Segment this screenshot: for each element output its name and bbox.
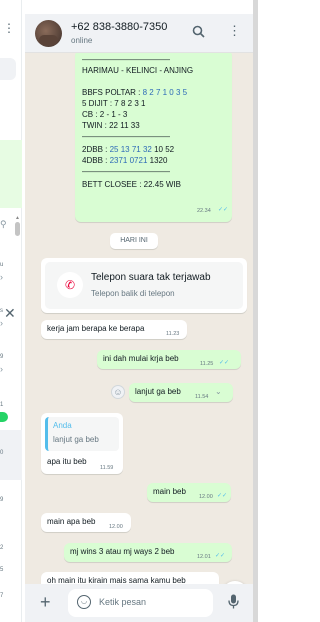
message-bubble-result[interactable]: ——————————— HARIMAU - KELINCI - ANJING B… xyxy=(75,53,232,222)
message-time: 11.54 xyxy=(195,394,209,400)
message-bubble-incoming[interactable]: oh main itu kirain mais sama kamu beb xyxy=(41,572,219,584)
message-text: oh main itu kirain mais sama kamu beb xyxy=(47,576,186,584)
list-item-time: 0 xyxy=(0,450,4,456)
pin-icon: ⚲ xyxy=(0,219,7,229)
bbfs-line: BBFS POLTAR : 8 2 7 1 0 3 5 xyxy=(82,88,188,97)
unread-badge xyxy=(0,412,8,422)
list-item-time: s xyxy=(0,308,3,314)
message-bubble-reply[interactable]: Anda lanjut ga beb apa itu beb 11.59 xyxy=(41,413,123,474)
message-placeholder[interactable]: Ketik pesan xyxy=(99,597,146,607)
dijit-line: 5 DIJIT : 7 8 2 3 1 xyxy=(82,99,146,108)
double-check-icon: ✓✓ xyxy=(219,360,230,366)
message-bubble-outgoing[interactable]: mj wins 3 atau mj ways 2 beb 12.01 ✓✓ xyxy=(64,543,232,562)
missed-call-card[interactable]: ✆ Telepon suara tak terjawab Telepon bal… xyxy=(41,258,247,313)
chevron-icon: › xyxy=(0,364,3,374)
contact-name[interactable]: +62 838-3880-7350 xyxy=(71,21,167,33)
message-bubble-incoming[interactable]: main apa beb 12.00 xyxy=(41,513,131,532)
4dbb-line: 4DBB : 2371 0721 1320 xyxy=(82,156,168,165)
notification-banner: ✕ xyxy=(0,140,22,321)
message-text: kerja jam berapa ke berapa xyxy=(47,324,145,333)
chevron-down-icon[interactable]: ⌄ xyxy=(215,386,222,397)
chevron-icon: › xyxy=(0,272,3,282)
message-time: 11.23 xyxy=(166,331,180,337)
search-bar-edge[interactable] xyxy=(0,58,16,80)
message-bubble-incoming[interactable]: kerja jam berapa ke berapa 11.23 xyxy=(41,320,187,339)
search-icon[interactable] xyxy=(192,25,205,41)
twin-line: TWIN : 22 11 33 xyxy=(82,121,140,130)
missed-call-icon: ✆ xyxy=(57,272,83,298)
message-time: 12.01 xyxy=(197,554,211,560)
close-time-line: BETT CLOSEE : 22.45 WIB xyxy=(82,180,181,189)
quote-text: lanjut ga beb xyxy=(53,435,99,444)
emoji-icon[interactable]: ◡ xyxy=(77,595,91,609)
2dbb-line: 2DBB : 25 13 71 32 10 52 xyxy=(82,145,175,154)
double-check-icon: ✓✓ xyxy=(217,493,228,499)
message-bubble-outgoing[interactable]: main beb 12.00 ✓✓ xyxy=(147,483,231,502)
cb-line: CB : 2 - 1 - 3 xyxy=(82,110,128,119)
message-time: 12.00 xyxy=(109,524,123,530)
message-time: 11.59 xyxy=(100,465,114,471)
message-text: mj wins 3 atau mj ways 2 beb xyxy=(70,547,175,556)
divider-line: ——————————— xyxy=(82,132,170,141)
chat-panel: +62 838-3880-7350 online ⋮ ——————————— H… xyxy=(25,14,258,622)
message-bubble-outgoing[interactable]: ini dah mulai krja beb 11.25 ✓✓ xyxy=(97,350,241,369)
scrollbar-thumb[interactable] xyxy=(15,222,20,236)
message-bubble-outgoing[interactable]: lanjut ga beb 11.54 ⌄ xyxy=(129,383,233,402)
message-composer: + ◡ Ketik pesan xyxy=(25,584,258,622)
list-item-time: 9 xyxy=(0,354,4,360)
missed-call-inner[interactable]: ✆ Telepon suara tak terjawab Telepon bal… xyxy=(45,262,243,309)
missed-call-subtitle[interactable]: Telepon balik di telepon xyxy=(91,289,175,298)
quoted-message[interactable]: Anda lanjut ga beb xyxy=(45,417,119,451)
scroll-up-icon[interactable]: ▲ xyxy=(15,215,20,221)
message-list: ——————————— HARIMAU - KELINCI - ANJING B… xyxy=(25,53,258,584)
message-time: 22.34 xyxy=(197,208,211,214)
list-item-time: 1 xyxy=(0,402,4,408)
result-title: HARIMAU - KELINCI - ANJING xyxy=(82,66,194,75)
more-vert-icon[interactable]: ⋮ xyxy=(228,23,241,39)
list-item-highlight[interactable]: 0 xyxy=(0,430,22,480)
message-input[interactable]: ◡ Ketik pesan xyxy=(68,589,213,617)
double-check-icon: ✓✓ xyxy=(218,207,229,213)
message-text: ini dah mulai krja beb xyxy=(103,354,179,363)
quote-author: Anda xyxy=(53,421,72,430)
avatar[interactable] xyxy=(35,20,62,47)
list-item-time: 5 xyxy=(0,567,4,573)
list-item-time: u xyxy=(0,262,4,268)
contact-status: online xyxy=(71,36,93,45)
menu-icon[interactable]: ⋮ xyxy=(3,22,15,34)
double-check-icon: ✓✓ xyxy=(215,553,226,559)
date-divider: HARI INI xyxy=(110,233,158,249)
microphone-icon[interactable] xyxy=(228,594,239,612)
message-time: 11.25 xyxy=(200,361,214,367)
list-item-time: 7 xyxy=(0,593,4,599)
message-text: main apa beb xyxy=(47,517,96,526)
chat-list-strip: ⋮ ✕ ▲ ⚲ u › s › 9 › 1 0 9 2 5 7 xyxy=(0,0,22,622)
reaction-emoji-icon[interactable]: ☺ xyxy=(111,385,125,399)
window-edge xyxy=(253,0,258,622)
list-item-time: 9 xyxy=(0,497,4,503)
message-time: 12.00 xyxy=(199,494,213,500)
divider-line: ——————————— xyxy=(82,55,170,64)
chevron-icon: › xyxy=(0,318,3,328)
divider-line: ——————————— xyxy=(82,167,170,176)
missed-call-title: Telepon suara tak terjawab xyxy=(91,272,211,283)
message-text: apa itu beb xyxy=(47,457,87,466)
list-item-time: 2 xyxy=(0,545,4,551)
chat-header[interactable]: +62 838-3880-7350 online ⋮ xyxy=(25,14,258,53)
message-text: main beb xyxy=(153,487,186,496)
attach-plus-icon[interactable]: + xyxy=(40,593,51,611)
close-icon[interactable]: ✕ xyxy=(4,305,16,322)
message-text: lanjut ga beb xyxy=(135,387,181,396)
